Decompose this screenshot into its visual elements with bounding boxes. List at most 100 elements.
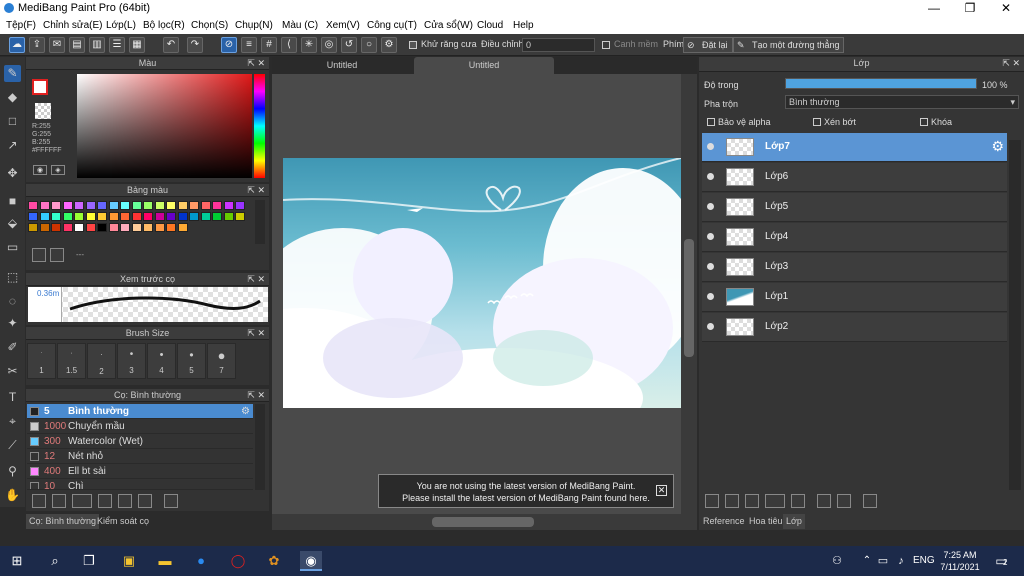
tab-reference[interactable]: Reference xyxy=(700,514,748,529)
layer-row[interactable]: Lớp6 xyxy=(702,163,1007,192)
undo-icon[interactable]: ↶ xyxy=(163,37,179,53)
menu-file[interactable]: Tệp(F) xyxy=(6,20,36,31)
palette-swatch[interactable] xyxy=(108,212,119,221)
palette-swatch[interactable] xyxy=(189,201,199,210)
new-halftone-layer-icon[interactable] xyxy=(725,494,739,508)
layer-folder-icon[interactable] xyxy=(791,494,805,508)
brush-export-icon[interactable] xyxy=(98,494,112,508)
palette-swatch[interactable] xyxy=(200,201,211,210)
menu-snap[interactable]: Chụp(N) xyxy=(235,20,273,31)
color-swap-icon[interactable]: ◈ xyxy=(51,165,65,175)
document-tab[interactable]: Untitled xyxy=(272,57,412,74)
share-icon[interactable]: ⇪ xyxy=(29,37,45,53)
task-view-icon[interactable]: ❐ xyxy=(78,551,100,571)
tab-brush[interactable]: Cọ: Bình thường xyxy=(26,514,99,529)
merge-layer-icon[interactable] xyxy=(837,494,851,508)
palette-scrollbar[interactable] xyxy=(255,200,265,244)
artwork-canvas[interactable] xyxy=(283,158,681,408)
hue-slider[interactable] xyxy=(254,74,265,178)
panel-pin-close-icon[interactable]: ⇱ ✕ xyxy=(247,184,265,197)
menu-cloud[interactable]: Cloud xyxy=(477,20,503,31)
palette-swatch[interactable] xyxy=(97,223,107,232)
new-8bit-layer-icon[interactable] xyxy=(745,494,759,508)
foreground-color-swatch[interactable] xyxy=(32,79,48,95)
new-material-layer-icon[interactable] xyxy=(765,494,785,508)
color-dropper-icon[interactable]: ◉ xyxy=(33,165,47,175)
menu-window[interactable]: Cửa sổ(W) xyxy=(424,20,473,31)
curve-snap-icon[interactable]: ↺ xyxy=(341,37,357,53)
palette-swatch[interactable] xyxy=(39,201,50,210)
brush-size-4[interactable]: • 4 xyxy=(147,343,176,379)
menu-select[interactable]: Chọn(S) xyxy=(191,20,228,31)
brush-delete-icon[interactable] xyxy=(164,494,178,508)
palette-swatch[interactable] xyxy=(28,201,38,210)
palette-swatch[interactable] xyxy=(131,223,142,232)
layer-settings-icon[interactable]: ⚙ xyxy=(991,138,1004,155)
palette-swatch[interactable] xyxy=(120,212,130,221)
palette-swatch[interactable] xyxy=(166,212,176,221)
layer-row[interactable]: Lớp3 xyxy=(702,253,1007,282)
menu-filter[interactable]: Bộ lọc(R) xyxy=(143,20,185,31)
palette-swatch[interactable] xyxy=(97,201,107,210)
layer-visibility-icon[interactable] xyxy=(707,293,714,300)
correction-select[interactable]: 0 xyxy=(522,38,595,52)
zalo-app-icon[interactable]: ● xyxy=(190,551,212,571)
ellipse-snap-icon[interactable]: ○ xyxy=(361,37,377,53)
text-tool-icon[interactable]: T xyxy=(4,389,21,406)
people-icon[interactable]: ⚇ xyxy=(826,551,848,571)
hand-tool-icon[interactable]: ✋ xyxy=(4,487,21,504)
brush-import-icon[interactable] xyxy=(72,494,92,508)
circle-snap-icon[interactable]: ◎ xyxy=(321,37,337,53)
snap-off-icon[interactable]: ⊘ xyxy=(221,37,237,53)
paint-app-icon[interactable]: ✿ xyxy=(263,551,285,571)
magic-wand-tool-icon[interactable]: ✦ xyxy=(4,315,21,332)
brush-size-1[interactable]: · 1 xyxy=(27,343,56,379)
menu-edit[interactable]: Chỉnh sửa(E) xyxy=(43,20,103,31)
reset-button[interactable]: ⊘ Đặt lại xyxy=(683,37,733,53)
cloud-icon[interactable]: ☁ xyxy=(9,37,25,53)
palette-swatch[interactable] xyxy=(74,223,84,232)
antialias-checkbox[interactable] xyxy=(409,41,417,49)
brush-item[interactable]: 10 Chì xyxy=(27,479,253,490)
language-indicator[interactable]: ENG xyxy=(913,555,935,566)
palette-swatch[interactable] xyxy=(108,201,119,210)
brush-duplicate-icon[interactable] xyxy=(138,494,152,508)
lock-checkbox[interactable] xyxy=(920,118,928,126)
palette-swatch[interactable] xyxy=(28,212,38,221)
medibang-taskbar-icon[interactable]: ◉ xyxy=(300,551,322,571)
tab-navigator[interactable]: Hoa tiêu xyxy=(746,514,786,529)
brush-size-3[interactable]: • 3 xyxy=(117,343,146,379)
panel-pin-close-icon[interactable]: ⇱ ✕ xyxy=(247,327,265,340)
menu-color[interactable]: Màu (C) xyxy=(282,20,318,31)
maximize-button[interactable]: ❐ xyxy=(952,0,988,17)
brush-list-scrollbar[interactable] xyxy=(255,404,265,490)
background-color-swatch[interactable] xyxy=(35,103,51,119)
palette-swatch[interactable] xyxy=(177,201,188,210)
palette-swatch[interactable] xyxy=(85,201,96,210)
palette-swatch[interactable] xyxy=(200,212,211,221)
gradient-tool-icon[interactable]: ▭ xyxy=(4,239,21,256)
layer-row[interactable]: Lớp2 xyxy=(702,313,1007,342)
layer-visibility-icon[interactable] xyxy=(707,143,714,150)
snap-settings-icon[interactable]: ⚙ xyxy=(381,37,397,53)
brush-item[interactable]: 12 Nét nhỏ xyxy=(27,449,253,464)
protect-alpha-checkbox[interactable] xyxy=(707,118,715,126)
palette-swatch[interactable] xyxy=(62,201,73,210)
palette-swatch[interactable] xyxy=(143,212,153,221)
export-icon[interactable]: ▤ xyxy=(69,37,85,53)
palette-swatch[interactable] xyxy=(62,212,73,221)
palette-swatch[interactable] xyxy=(28,223,38,232)
grid-icon[interactable]: ▦ xyxy=(129,37,145,53)
layer-visibility-icon[interactable] xyxy=(707,173,714,180)
palette-swatch[interactable] xyxy=(51,212,61,221)
lasso-tool-icon[interactable]: ◌ xyxy=(4,293,21,310)
palette-swatch[interactable] xyxy=(235,212,245,221)
palette-swatch[interactable] xyxy=(143,223,153,232)
menu-help[interactable]: Help xyxy=(513,20,534,31)
store-app-icon[interactable]: ▣ xyxy=(118,551,140,571)
palette-swatch[interactable] xyxy=(177,223,188,232)
palette-swatch[interactable] xyxy=(177,212,188,221)
delete-layer-icon[interactable] xyxy=(863,494,877,508)
vertical-scroll-thumb[interactable] xyxy=(684,239,694,357)
brush-folder-icon[interactable] xyxy=(118,494,132,508)
